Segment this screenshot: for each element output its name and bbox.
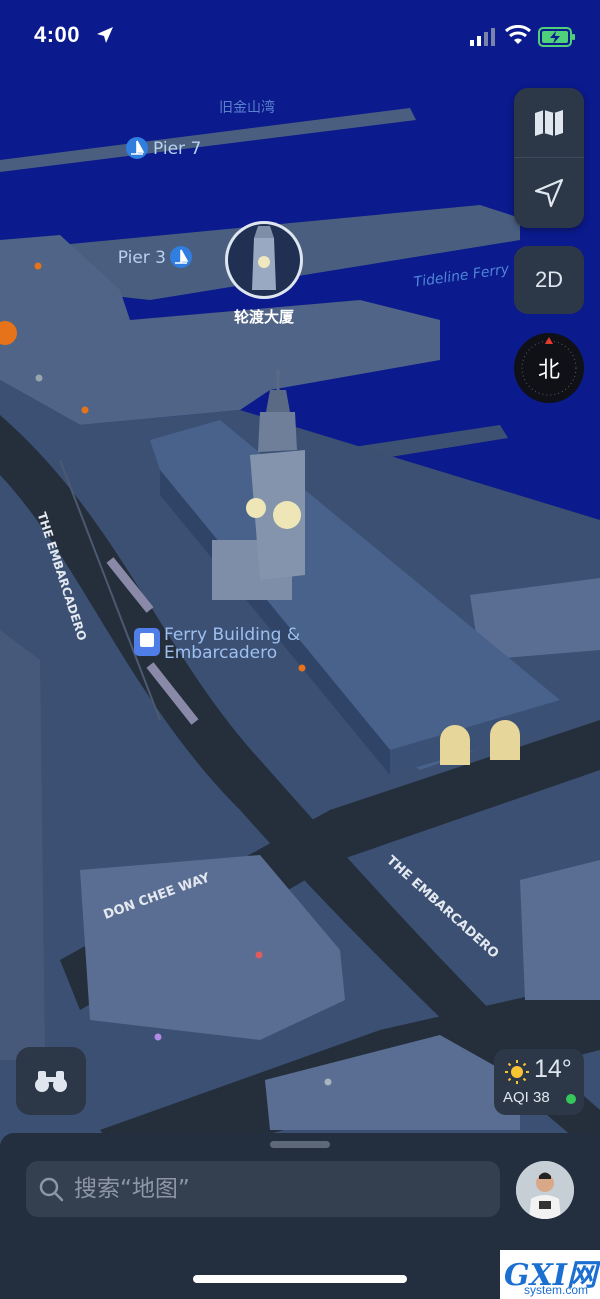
poi-ferry-building[interactable]: 轮渡大厦 (225, 221, 303, 326)
status-time: 4:00 (34, 22, 81, 47)
look-around-button[interactable] (16, 1047, 86, 1115)
sun-icon (505, 1060, 529, 1084)
water-label: 旧金山湾 (219, 99, 275, 116)
watermark-url: system.com (524, 1283, 589, 1297)
clock-face-side (246, 498, 266, 518)
clock-face-front (273, 501, 301, 529)
left-building (0, 630, 45, 1060)
poi-dot[interactable] (34, 262, 42, 270)
clock-tower-cupola (266, 390, 290, 412)
poi-dot[interactable] (35, 374, 43, 382)
binoculars-icon (35, 1071, 67, 1092)
aqi-value: AQI 38 (503, 1089, 550, 1106)
home-indicator[interactable] (193, 1275, 407, 1283)
status-bar: 4:00 (0, 0, 600, 72)
tram-icon (140, 633, 154, 647)
search-bar[interactable]: 搜索“地图” (26, 1161, 500, 1217)
sheet-grabber[interactable] (270, 1141, 330, 1148)
compass-button[interactable]: 北 (514, 333, 584, 403)
weather-widget[interactable]: 14° AQI 38 (494, 1049, 584, 1115)
clock-tower-icon (252, 226, 276, 290)
watermark-logo: GXI网 system.com (500, 1250, 600, 1299)
wifi-icon (505, 25, 531, 44)
location-services-icon (97, 27, 113, 43)
poi-label-line1: Ferry Building & (164, 625, 300, 645)
cellular-signal-icon (470, 28, 495, 46)
temperature-value: 14° (534, 1055, 572, 1083)
arch-window-2 (490, 720, 520, 760)
map-controls (514, 88, 584, 228)
location-arrow-icon (534, 178, 564, 208)
aqi-status-dot (566, 1094, 576, 1104)
view-2d-toggle[interactable]: 2D (514, 246, 584, 314)
battery-icon (538, 27, 575, 47)
map-mode-button[interactable] (514, 88, 584, 158)
map-icon (535, 110, 563, 136)
arch-window-1 (440, 725, 470, 765)
block-building-3 (520, 860, 600, 1000)
compass-north-label: 北 (537, 358, 560, 383)
clock-tower-top (258, 412, 297, 452)
account-avatar[interactable] (516, 1161, 574, 1219)
poi-dot[interactable] (324, 1078, 332, 1086)
poi-label-line2: Embarcadero (164, 643, 277, 663)
poi-dot[interactable] (298, 664, 306, 672)
maps-screen: 旧金山湾 Tideline Ferry THE EMBARCADERO THE … (0, 0, 600, 1299)
poi-dot[interactable] (255, 951, 263, 959)
avatar-photo (516, 1161, 574, 1219)
poi-label: Pier 7 (153, 139, 201, 159)
search-input[interactable]: 搜索“地图” (74, 1161, 190, 1217)
poi-dot[interactable] (154, 1033, 162, 1041)
poi-label: Pier 3 (118, 248, 166, 268)
poi-pier-3[interactable]: Pier 3 (118, 246, 192, 268)
poi-pier-7[interactable]: Pier 7 (126, 137, 201, 159)
search-icon (39, 1177, 64, 1202)
poi-label: 轮渡大厦 (234, 308, 295, 326)
current-location-button[interactable] (514, 158, 584, 228)
poi-dot[interactable] (81, 406, 89, 414)
